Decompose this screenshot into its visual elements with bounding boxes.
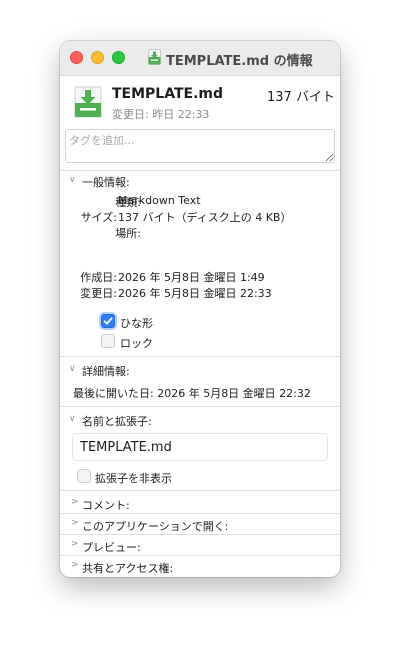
info-window: TEMPLATE.md の情報 TEMPLATE.md 137 バイト 変更日:… [60, 41, 340, 577]
chevron-right-icon[interactable]: > [71, 497, 79, 507]
stationery-checkbox[interactable] [101, 314, 115, 328]
divider [60, 406, 340, 407]
last-opened-value: 最後に開いた日: 2026 年 5月8日 金曜日 22:32 [73, 387, 311, 400]
modified-value: 2026 年 5月8日 金曜日 22:33 [118, 287, 272, 300]
divider [60, 356, 340, 357]
chevron-right-icon[interactable]: > [71, 518, 79, 528]
file-icon [74, 86, 102, 118]
locked-label[interactable]: ロック [120, 335, 153, 351]
created-label: 作成日: [80, 271, 117, 284]
file-size: 137 バイト [267, 90, 335, 105]
close-button[interactable] [70, 51, 83, 64]
modified-summary: 変更日: 昨日 22:33 [112, 108, 210, 121]
file-name: TEMPLATE.md [112, 86, 224, 102]
chevron-down-icon[interactable]: ∨ [69, 364, 76, 374]
divider [60, 490, 340, 491]
where-label: 場所: [115, 227, 141, 240]
divider [60, 555, 340, 556]
divider [60, 170, 340, 171]
divider [60, 534, 340, 535]
chevron-down-icon[interactable]: ∨ [69, 414, 76, 424]
tags-input[interactable] [65, 129, 335, 163]
chevron-down-icon[interactable]: ∨ [69, 175, 76, 185]
kind-value: Markdown Text [118, 194, 201, 207]
locked-checkbox[interactable] [101, 334, 115, 348]
created-value: 2026 年 5月8日 金曜日 1:49 [118, 271, 265, 284]
name-ext-section-header[interactable]: 名前と拡張子: [82, 413, 152, 429]
window-title: TEMPLATE.md の情報 [166, 54, 313, 69]
hide-extension-label[interactable]: 拡張子を非表示 [95, 470, 172, 486]
general-section-header[interactable]: 一般情報: [82, 174, 130, 190]
chevron-right-icon[interactable]: > [71, 560, 79, 570]
sharing-section-header[interactable]: 共有とアクセス権: [82, 560, 173, 576]
checkmark-icon [103, 317, 113, 325]
preview-section-header[interactable]: プレビュー: [82, 539, 141, 555]
comments-section-header[interactable]: コメント: [82, 497, 130, 513]
modified-label: 変更日: [80, 287, 117, 300]
title-bar[interactable]: TEMPLATE.md の情報 [60, 41, 340, 76]
divider [60, 513, 340, 514]
chevron-right-icon[interactable]: > [71, 539, 79, 549]
size-value: 137 バイト（ディスク上の 4 KB） [118, 211, 292, 224]
title-file-icon [148, 49, 161, 65]
name-field[interactable] [72, 433, 328, 461]
more-info-section-header[interactable]: 詳細情報: [82, 363, 130, 379]
stationery-label[interactable]: ひな形 [120, 315, 153, 331]
size-label: サイズ: [80, 211, 117, 224]
hide-extension-checkbox[interactable] [77, 469, 91, 483]
zoom-button[interactable] [112, 51, 125, 64]
minimize-button[interactable] [91, 51, 104, 64]
open-with-section-header[interactable]: このアプリケーションで開く: [82, 518, 229, 534]
